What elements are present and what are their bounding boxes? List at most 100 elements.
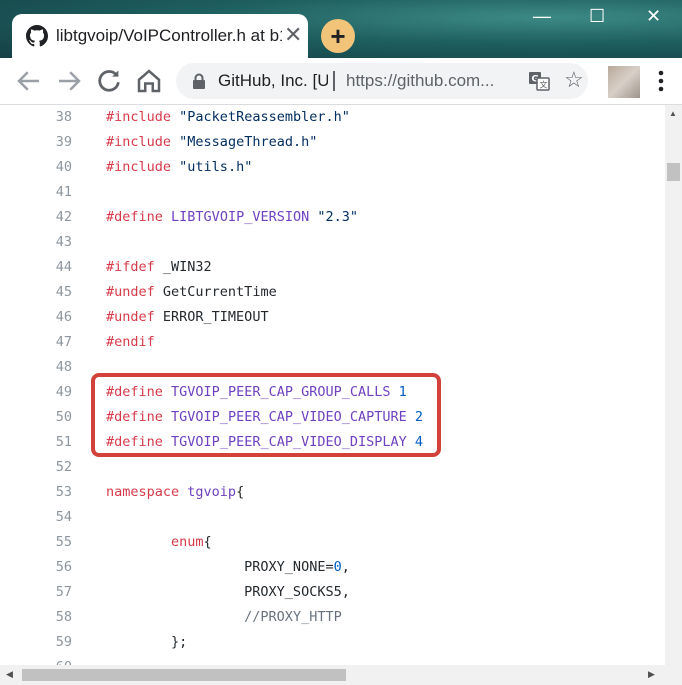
code-token: #define bbox=[106, 209, 163, 225]
line-number[interactable]: 59 bbox=[0, 630, 72, 655]
code-text: }; bbox=[106, 630, 187, 655]
code-token: "utils.h" bbox=[179, 159, 253, 175]
code-line: 52 bbox=[0, 455, 665, 480]
code-line: 59 }; bbox=[0, 630, 665, 655]
github-icon bbox=[26, 25, 48, 47]
address-bar[interactable]: GitHub, Inc. [U https://github.com... G … bbox=[176, 63, 588, 99]
code-token: #include bbox=[106, 109, 172, 125]
line-number[interactable]: 42 bbox=[0, 205, 72, 230]
code-text: namespace tgvoip{ bbox=[106, 480, 244, 505]
forward-arrow-icon[interactable] bbox=[54, 66, 84, 96]
code-token: , bbox=[341, 559, 350, 575]
scroll-up-icon[interactable]: ▲ bbox=[669, 109, 677, 118]
scroll-left-icon[interactable]: ◀ bbox=[6, 669, 13, 680]
code-token: { bbox=[203, 534, 212, 550]
code-token: #include bbox=[106, 134, 172, 150]
code-token: #endif bbox=[106, 334, 155, 350]
minimize-icon[interactable]: — bbox=[533, 6, 551, 27]
separator bbox=[333, 71, 335, 91]
code-text: #undef ERROR_TIMEOUT bbox=[106, 305, 269, 330]
menu-dots-icon[interactable] bbox=[658, 68, 664, 94]
code-line: 58 //PROXY_HTTP bbox=[0, 605, 665, 630]
code-line: 43 bbox=[0, 230, 665, 255]
profile-avatar[interactable] bbox=[608, 66, 640, 98]
code-token: //PROXY_HTTP bbox=[244, 609, 342, 625]
code-line: 54 bbox=[0, 505, 665, 530]
horizontal-scroll-thumb[interactable] bbox=[22, 669, 346, 681]
code-text: #define LIBTGVOIP_VERSION "2.3" bbox=[106, 205, 358, 230]
code-text: #include "utils.h" bbox=[106, 155, 252, 180]
code-line: 46 #undef ERROR_TIMEOUT bbox=[0, 305, 665, 330]
code-text: #endif bbox=[106, 330, 155, 355]
title-bar: libtgvoip/VoIPController.h at b1a ✕ + — … bbox=[0, 0, 682, 58]
home-icon[interactable] bbox=[134, 66, 164, 96]
line-number[interactable]: 44 bbox=[0, 255, 72, 280]
code-token: PROXY_SOCKS5, bbox=[106, 584, 350, 600]
url-text[interactable]: https://github.com... bbox=[346, 71, 514, 91]
line-number[interactable]: 47 bbox=[0, 330, 72, 355]
horizontal-scrollbar[interactable]: ◀ ▶ bbox=[0, 665, 682, 685]
line-number[interactable]: 55 bbox=[0, 530, 72, 555]
line-number[interactable]: 40 bbox=[0, 155, 72, 180]
line-number[interactable]: 56 bbox=[0, 555, 72, 580]
scroll-right-icon[interactable]: ▶ bbox=[648, 669, 655, 680]
tab-title: libtgvoip/VoIPController.h at b1a bbox=[56, 26, 282, 45]
maximize-icon[interactable]: ☐ bbox=[589, 6, 605, 27]
code-line: 40 #include "utils.h" bbox=[0, 155, 665, 180]
code-line: 56 PROXY_NONE=0, bbox=[0, 555, 665, 580]
line-number[interactable]: 39 bbox=[0, 130, 72, 155]
vertical-scrollbar[interactable]: ▲ bbox=[665, 105, 682, 665]
code-token: #ifdef bbox=[106, 259, 155, 275]
line-number[interactable]: 48 bbox=[0, 355, 72, 380]
site-identity: GitHub, Inc. [U bbox=[218, 71, 328, 90]
line-number[interactable]: 50 bbox=[0, 405, 72, 430]
code-text: #ifdef _WIN32 bbox=[106, 255, 212, 280]
code-token: _WIN32 bbox=[154, 259, 212, 275]
code-line: 44 #ifdef _WIN32 bbox=[0, 255, 665, 280]
line-number[interactable]: 43 bbox=[0, 230, 72, 255]
code-token: enum bbox=[171, 534, 204, 550]
code-token: { bbox=[236, 484, 245, 500]
line-number[interactable]: 58 bbox=[0, 605, 72, 630]
reload-icon[interactable] bbox=[94, 66, 124, 96]
code-token: LIBTGVOIP_VERSION bbox=[171, 209, 310, 225]
code-text: PROXY_NONE=0, bbox=[106, 555, 350, 580]
bookmark-star-icon[interactable]: ☆ bbox=[564, 68, 584, 92]
line-number[interactable]: 49 bbox=[0, 380, 72, 405]
code-token: "PacketReassembler.h" bbox=[179, 109, 350, 125]
svg-text:文: 文 bbox=[540, 80, 548, 90]
tab-close-icon[interactable]: ✕ bbox=[284, 24, 302, 46]
translate-icon[interactable]: G 文 bbox=[528, 71, 550, 91]
window-close-icon[interactable]: ✕ bbox=[646, 6, 661, 27]
line-number[interactable]: 52 bbox=[0, 455, 72, 480]
code-text: PROXY_SOCKS5, bbox=[106, 580, 350, 605]
line-number[interactable]: 51 bbox=[0, 430, 72, 455]
line-number[interactable]: 53 bbox=[0, 480, 72, 505]
code-line: 39 #include "MessageThread.h" bbox=[0, 130, 665, 155]
code-token: GetCurrentTime bbox=[154, 284, 277, 300]
new-tab-button[interactable]: + bbox=[321, 19, 355, 53]
vertical-scroll-thumb[interactable] bbox=[667, 163, 680, 181]
line-number[interactable]: 45 bbox=[0, 280, 72, 305]
code-text: //PROXY_HTTP bbox=[106, 605, 342, 630]
line-number[interactable]: 60 bbox=[0, 655, 72, 665]
line-number[interactable]: 41 bbox=[0, 180, 72, 205]
code-line: 47 #endif bbox=[0, 330, 665, 355]
code-line: 42 #define LIBTGVOIP_VERSION "2.3" bbox=[0, 205, 665, 230]
browser-tab[interactable]: libtgvoip/VoIPController.h at b1a ✕ bbox=[12, 14, 308, 58]
browser-toolbar: GitHub, Inc. [U https://github.com... G … bbox=[0, 58, 682, 105]
code-line: 60 bbox=[0, 655, 665, 665]
line-number[interactable]: 38 bbox=[0, 105, 72, 130]
back-arrow-icon[interactable] bbox=[14, 66, 44, 96]
code-text: enum{ bbox=[106, 530, 212, 555]
line-number[interactable]: 57 bbox=[0, 580, 72, 605]
code-line: 57 PROXY_SOCKS5, bbox=[0, 580, 665, 605]
line-number[interactable]: 54 bbox=[0, 505, 72, 530]
code-token: "MessageThread.h" bbox=[179, 134, 318, 150]
line-number[interactable]: 46 bbox=[0, 305, 72, 330]
code-token: #include bbox=[106, 159, 172, 175]
